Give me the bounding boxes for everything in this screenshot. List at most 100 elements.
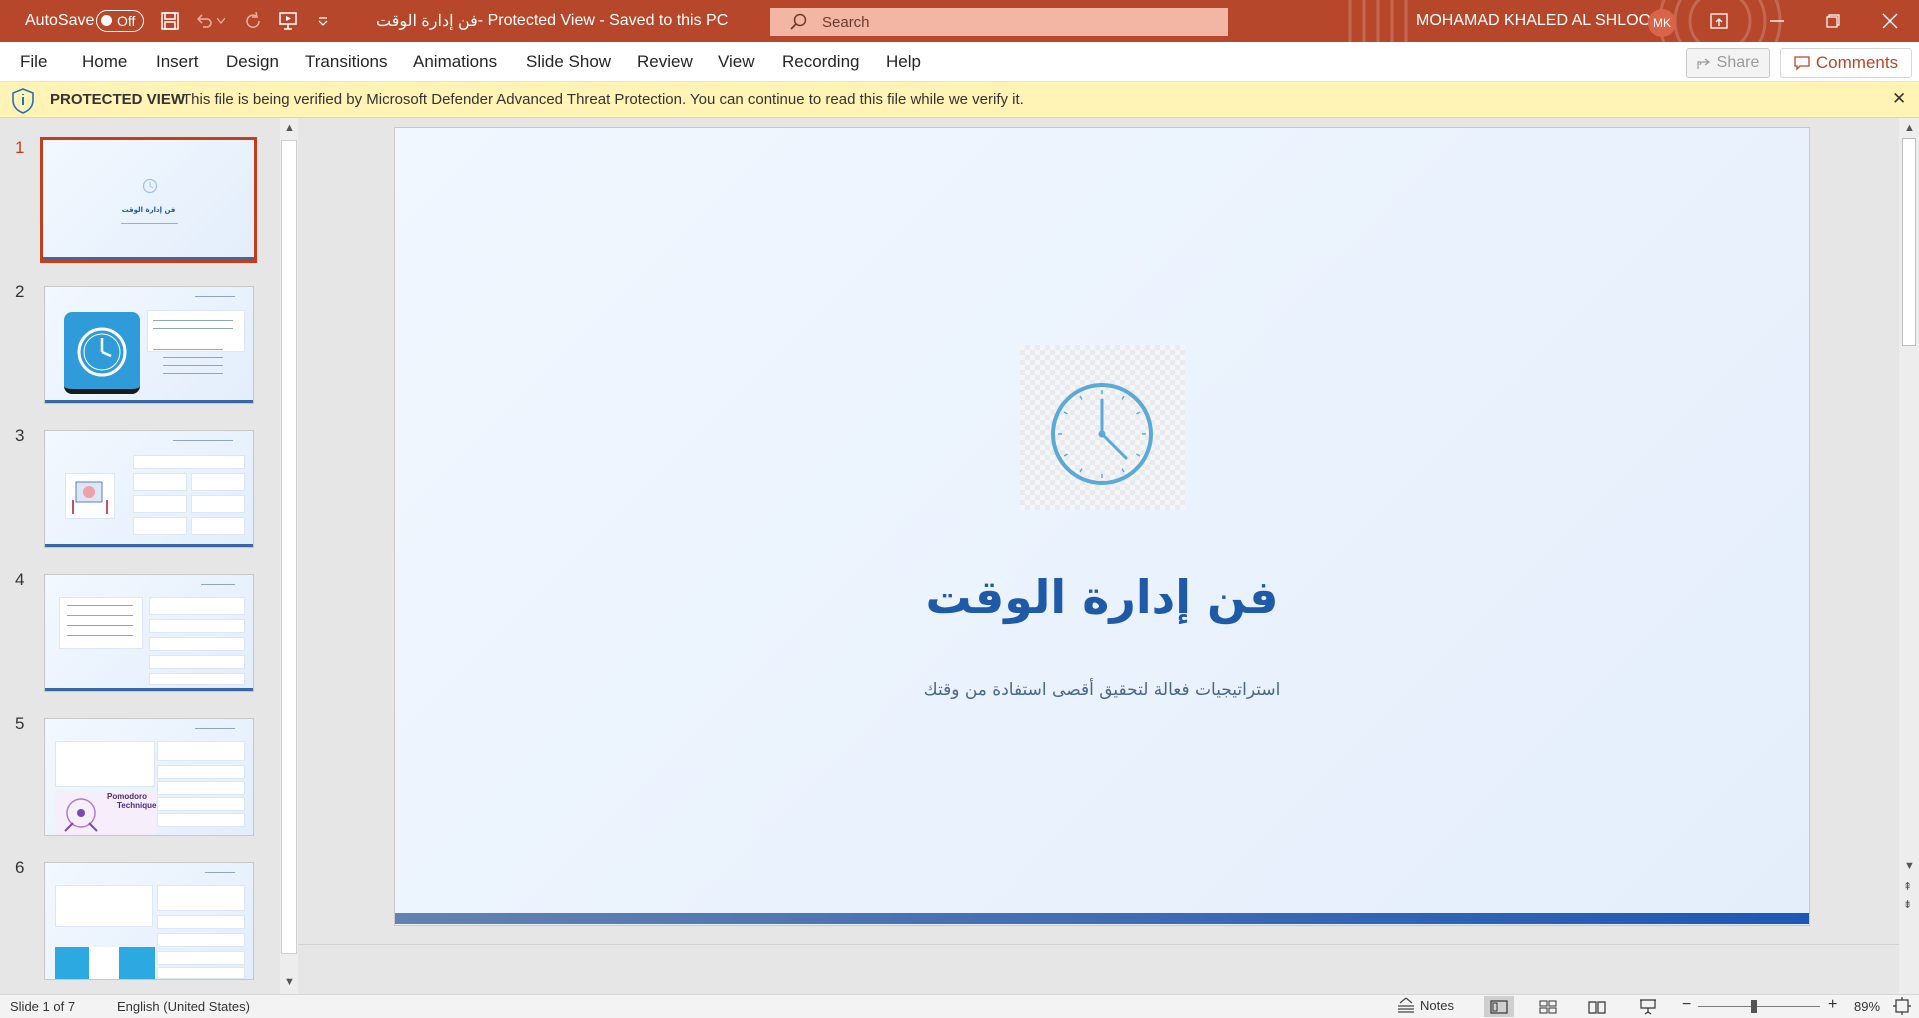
scrollbar-thumb[interactable] [281,140,297,954]
language-indicator[interactable]: English (United States) [117,999,250,1014]
title-bar: AutoSave Off فن إدارة الوقت - Protected … [0,0,1919,42]
zoom-slider[interactable] [1698,1006,1820,1007]
user-name[interactable]: MOHAMAD KHALED AL SHLOOL [1416,0,1660,42]
scroll-up-icon[interactable]: ▲ [1904,122,1915,134]
slide-number: 3 [15,426,25,445]
slide-thumbnail-2[interactable] [44,286,254,404]
notes-button[interactable]: Notes [1396,996,1454,1014]
menu-review[interactable]: Review [637,42,693,82]
thumb-text-line [153,349,223,350]
slide-thumbnail-3[interactable] [44,430,254,548]
thumb-card [149,619,245,633]
menu-bar: File Home Insert Design Transitions Anim… [0,42,1919,82]
scroll-down-icon[interactable]: ▼ [284,976,295,988]
menu-file[interactable]: File [20,42,47,82]
clock-icon [142,178,158,194]
slide-thumbnail-4[interactable] [44,574,254,692]
zoom-slider-thumb[interactable] [1751,1000,1757,1013]
thumb-card [191,517,245,535]
normal-view-icon [1490,999,1508,1014]
slide-subtitle[interactable]: استراتيجيات فعالة لتحقيق أقصى استفادة من… [395,680,1809,700]
present-from-start-icon[interactable] [275,0,301,42]
ribbon-display-options-icon[interactable] [1706,0,1732,42]
scroll-up-icon[interactable]: ▲ [284,122,295,134]
thumb-card [133,517,187,535]
avatar[interactable]: MK [1648,9,1676,37]
thumb-text-line [163,357,223,358]
scroll-down-icon[interactable]: ▼ [1904,860,1915,872]
menu-slide-show[interactable]: Slide Show [526,42,611,82]
menu-animations[interactable]: Animations [413,42,497,82]
thumb-card [149,637,245,651]
save-icon[interactable] [157,0,183,42]
menu-transitions[interactable]: Transitions [305,42,388,82]
slide-bottom-bar [395,913,1809,924]
thumb-text-line [153,328,233,329]
thumb-card [157,915,245,929]
slide-title[interactable]: فن إدارة الوقت [395,570,1809,624]
document-title: فن إدارة الوقت - Protected View - Saved … [376,0,728,42]
thumb-card [149,673,245,685]
slide-thumbnail-1[interactable]: فن إدارة الوقت [40,137,257,263]
previous-slide-icon[interactable]: ⇞ [1903,880,1912,893]
clock-icon [77,327,127,377]
monitor-illustration-icon [72,481,108,514]
menu-recording[interactable]: Recording [782,42,860,82]
thumb-card [157,797,245,811]
thumb-card [133,473,187,491]
thumb-text-line [67,605,133,606]
close-button[interactable] [1862,0,1918,42]
menu-home[interactable]: Home [82,42,127,82]
slide-show-button[interactable] [1633,996,1663,1017]
menu-insert[interactable]: Insert [156,42,199,82]
slide-scrollbar[interactable]: ▲ ▼ ⇞ ⇟ [1899,118,1919,994]
toggle-knob [101,15,112,26]
thumb-title-line [195,296,235,297]
comments-button[interactable]: Comments [1780,48,1912,78]
thumbnail-scrollbar[interactable]: ▲ ▼ [280,118,298,994]
undo-dropdown-icon[interactable] [214,0,228,42]
minimize-button[interactable] [1749,0,1805,42]
current-slide[interactable] [395,128,1809,925]
thumb-card [157,741,245,761]
fit-to-window-icon[interactable] [1893,997,1911,1018]
slide-number: 4 [15,570,25,589]
autosave-state: Off [117,13,136,29]
thumb-card [157,813,245,827]
menu-help[interactable]: Help [886,42,921,82]
notes-icon [1398,997,1414,1013]
thumb-card [157,885,245,911]
share-button[interactable]: Share [1686,48,1770,78]
reading-view-button[interactable] [1582,996,1612,1017]
thumb-title-line [205,872,235,873]
menu-view[interactable]: View [718,42,755,82]
zoom-out-icon[interactable]: − [1682,996,1691,1014]
comments-label: Comments [1815,53,1899,72]
normal-view-button[interactable] [1484,996,1514,1017]
slide-number: 5 [15,714,25,733]
redo-icon[interactable] [240,0,266,42]
restore-button[interactable] [1805,0,1861,42]
thumb-card [55,741,155,787]
thumb-card [157,781,245,795]
next-slide-icon[interactable]: ⇟ [1903,898,1912,911]
slide-sorter-button[interactable] [1533,996,1563,1017]
close-banner-icon[interactable]: ✕ [1892,89,1906,109]
menu-design[interactable]: Design [226,42,279,82]
clock-image[interactable] [1020,345,1185,510]
autosave-toggle[interactable]: Off [96,10,144,32]
thumb-text-line [153,320,233,321]
slide-sorter-icon [1539,1000,1557,1013]
slide-thumbnail-6[interactable] [44,862,254,980]
thumb-card [191,495,245,513]
document-name: فن إدارة الوقت [376,13,478,30]
search-input[interactable]: Search [770,8,1228,36]
calendar-page [89,947,119,979]
slide-thumbnail-5[interactable]: Pomodoro Technique [44,718,254,836]
zoom-level[interactable]: 89% [1854,999,1880,1014]
scrollbar-thumb[interactable] [1902,138,1916,346]
slide-number: 6 [15,858,25,877]
zoom-in-icon[interactable]: + [1828,996,1837,1014]
customize-toolbar-icon[interactable] [310,0,336,42]
notes-label: Notes [1420,997,1454,1013]
